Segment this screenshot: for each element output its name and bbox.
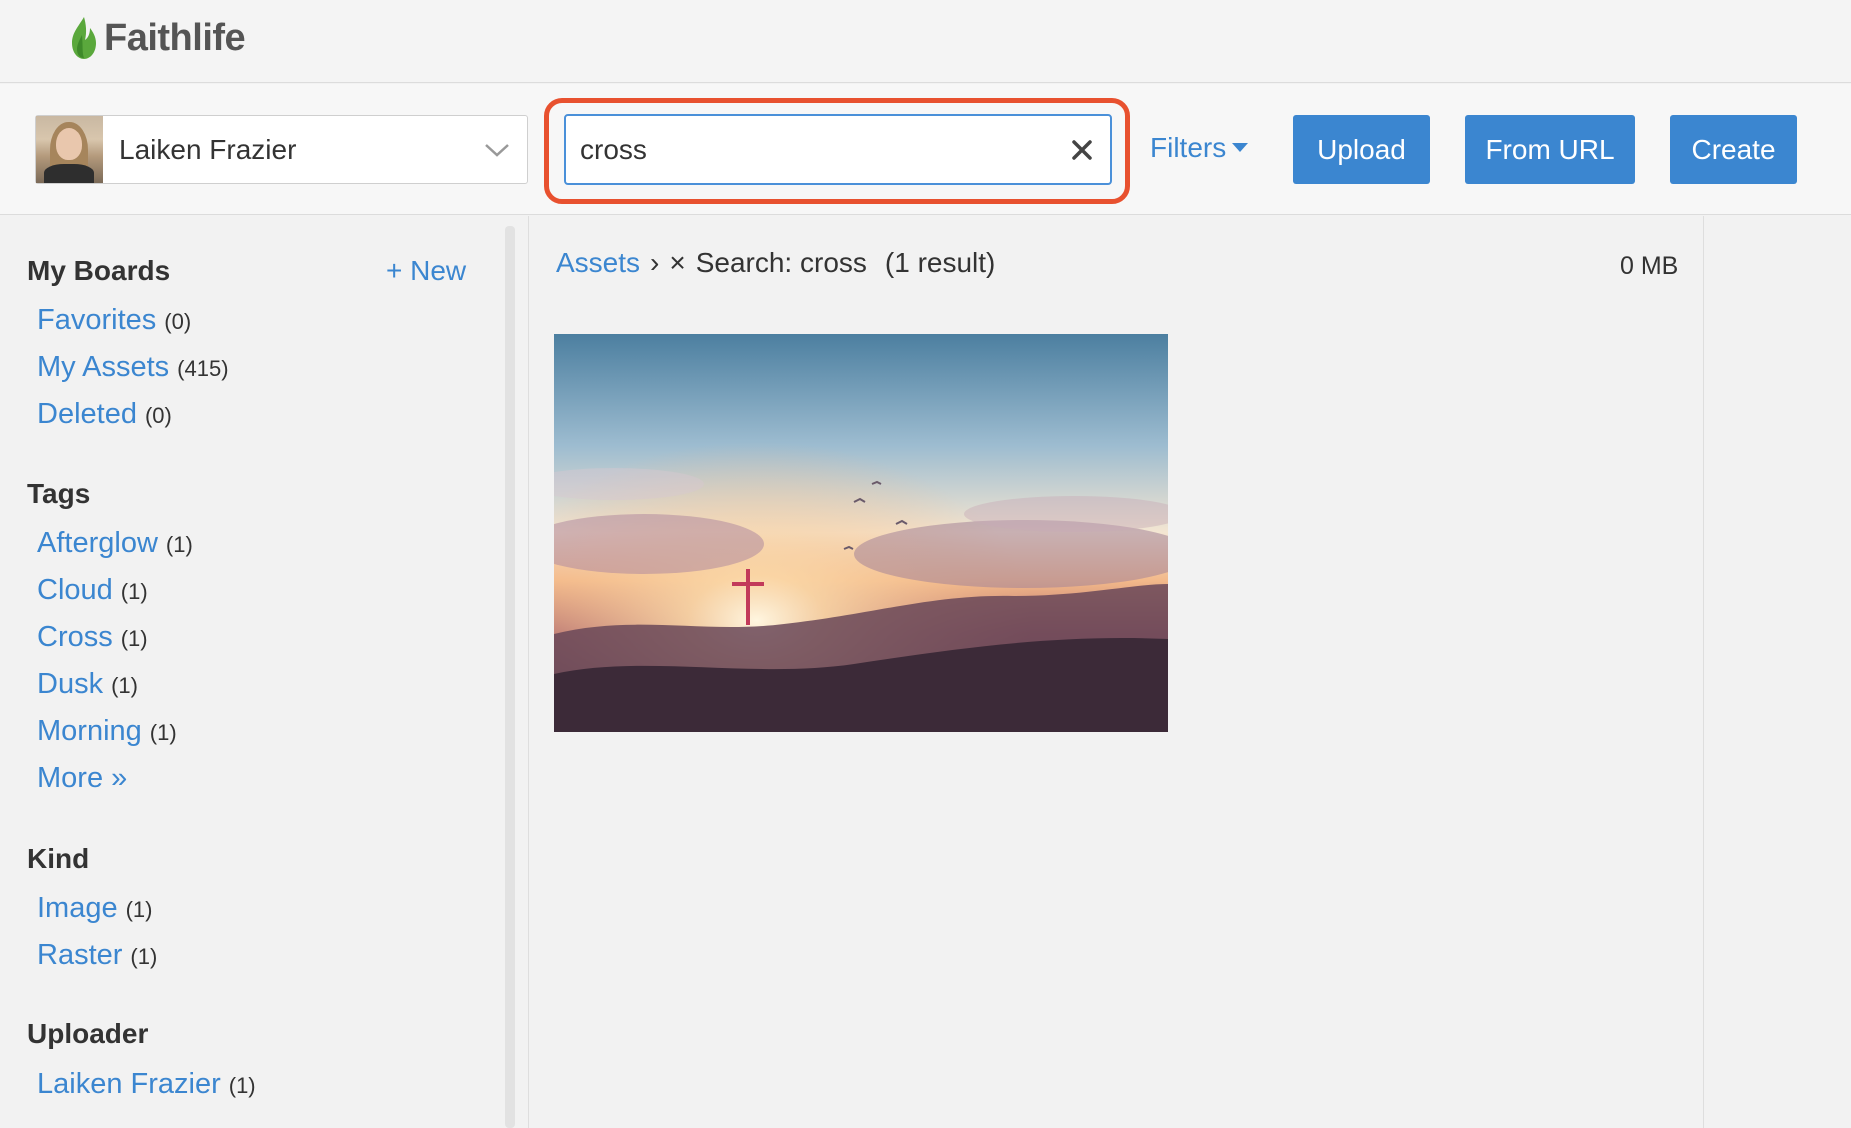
from-url-button[interactable]: From URL xyxy=(1465,115,1635,184)
board-my-assets[interactable]: My Assets (415) xyxy=(37,351,229,384)
clear-search-crumb-icon[interactable]: × xyxy=(669,247,685,279)
faithlife-logo[interactable]: Faithlife xyxy=(68,14,246,62)
tag-label: Cloud xyxy=(37,574,113,606)
tag-count: (1) xyxy=(149,720,177,745)
board-label: My Assets xyxy=(37,351,170,383)
tag-cloud[interactable]: Cloud (1) xyxy=(37,574,148,607)
breadcrumb-separator: › xyxy=(650,247,660,278)
tag-dusk[interactable]: Dusk (1) xyxy=(37,668,138,701)
tag-label: Afterglow xyxy=(37,527,158,559)
filters-label: Filters xyxy=(1150,132,1227,163)
upload-button[interactable]: Upload xyxy=(1293,115,1430,184)
tag-count: (1) xyxy=(165,532,193,557)
tag-afterglow[interactable]: Afterglow (1) xyxy=(37,527,193,560)
board-count: (0) xyxy=(164,309,192,334)
kind-label: Image xyxy=(37,892,118,924)
kind-raster[interactable]: Raster (1) xyxy=(37,939,157,972)
caret-down-icon xyxy=(1232,143,1249,152)
uploader-title: Uploader xyxy=(27,1018,149,1049)
tag-count: (1) xyxy=(120,626,148,651)
uploader-label: Laiken Frazier xyxy=(37,1068,221,1100)
kind-count: (1) xyxy=(125,897,153,922)
search-input[interactable] xyxy=(566,116,1054,183)
user-name: Laiken Frazier xyxy=(119,133,297,165)
kind-count: (1) xyxy=(130,944,158,969)
chevron-down-icon xyxy=(467,116,527,183)
flame-logo-icon xyxy=(72,17,96,59)
my-boards-title: My Boards xyxy=(27,255,171,286)
tag-count: (1) xyxy=(120,579,148,604)
tags-title: Tags xyxy=(27,478,91,509)
tag-count: (1) xyxy=(111,673,138,698)
board-deleted[interactable]: Deleted (0) xyxy=(37,398,172,431)
top-header: Faithlife xyxy=(0,0,1851,83)
result-count: (1 result) xyxy=(884,247,996,278)
uploader-count: (1) xyxy=(228,1073,256,1098)
search-box xyxy=(564,114,1112,185)
board-count: (0) xyxy=(144,403,172,428)
toolbar: Laiken Frazier Filters Upload From URL C… xyxy=(0,84,1851,215)
kind-label: Raster xyxy=(37,939,123,971)
board-label: Deleted xyxy=(37,398,137,430)
breadcrumb-assets-link[interactable]: Assets xyxy=(556,247,640,279)
kind-title: Kind xyxy=(27,843,90,874)
more-tags-link[interactable]: More » xyxy=(37,762,127,795)
asset-thumbnail[interactable] xyxy=(554,334,1168,732)
kind-image[interactable]: Image (1) xyxy=(37,892,153,925)
board-label: Favorites xyxy=(37,304,157,336)
clear-search-button[interactable] xyxy=(1054,116,1110,183)
storage-size: 0 MB xyxy=(1620,252,1679,280)
new-board-link[interactable]: + New xyxy=(386,255,466,287)
tag-label: Cross xyxy=(37,621,113,653)
board-favorites[interactable]: Favorites (0) xyxy=(37,304,191,337)
close-icon xyxy=(1072,139,1092,160)
breadcrumb-search: Search: cross xyxy=(695,247,867,278)
breadcrumb: Assets › × Search: cross (1 result) xyxy=(556,247,995,279)
tag-label: Morning xyxy=(37,715,142,747)
tag-label: Dusk xyxy=(37,668,104,700)
sunset-cross-image xyxy=(554,334,1168,732)
avatar xyxy=(36,116,103,183)
board-count: (415) xyxy=(177,356,229,381)
user-select[interactable]: Laiken Frazier xyxy=(35,115,528,184)
tag-cross[interactable]: Cross (1) xyxy=(37,621,148,654)
tag-morning[interactable]: Morning (1) xyxy=(37,715,177,748)
filters-dropdown[interactable]: Filters xyxy=(1150,132,1249,164)
create-button[interactable]: Create xyxy=(1670,115,1797,184)
logo-text: Faithlife xyxy=(104,16,246,59)
sidebar-scrollbar[interactable] xyxy=(505,226,515,1128)
uploader-laiken-frazier[interactable]: Laiken Frazier (1) xyxy=(37,1068,256,1101)
